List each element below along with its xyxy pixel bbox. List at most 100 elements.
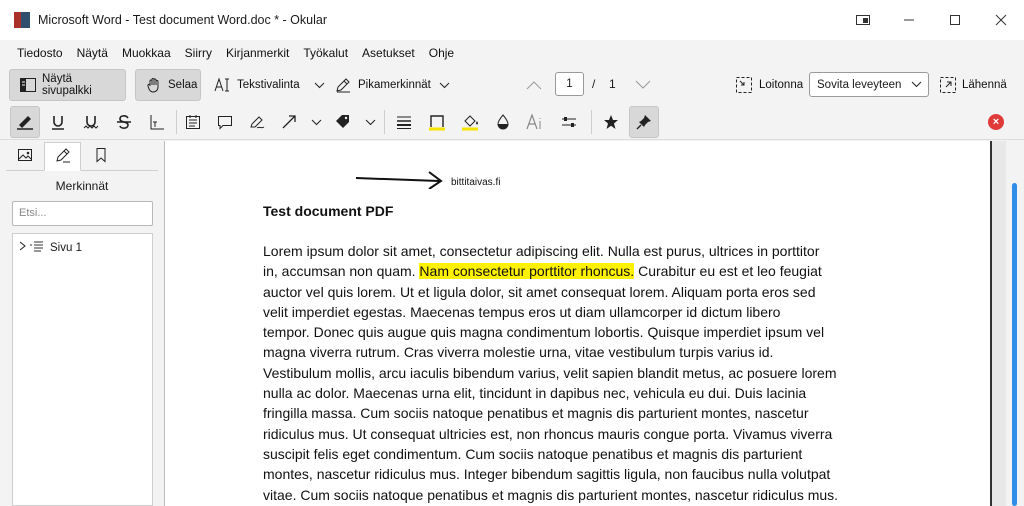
chevron-down-icon[interactable] — [308, 106, 324, 138]
bookmark-icon — [94, 147, 108, 166]
line-text: velit imperdiet egestas. Maecenas tempus… — [263, 303, 781, 320]
inline-note-tool-icon[interactable] — [178, 106, 208, 138]
line-width-icon[interactable] — [389, 106, 419, 138]
chevron-right-icon[interactable] — [19, 241, 27, 254]
document-line: auctor vel quis lorem. Ut et ligula dolo… — [263, 282, 903, 302]
annotation-toolbar: × — [0, 104, 1024, 140]
line-text: suscipit felis eget condimentum. Cum soc… — [263, 445, 803, 462]
line-text: in, accumsan non quam. — [263, 263, 420, 280]
strikeout-tool-icon[interactable] — [109, 106, 139, 138]
document-line: Lorem ipsum dolor sit amet, consectetur … — [263, 241, 903, 261]
tab-annotations[interactable] — [44, 142, 81, 171]
tree-item-page[interactable]: Sivu 1 — [19, 240, 82, 255]
annotation-tree: Sivu 1 — [12, 233, 153, 506]
sidebar-icon — [20, 78, 36, 92]
tab-thumbnails[interactable] — [6, 142, 43, 171]
fill-color-tool-icon[interactable] — [455, 106, 485, 138]
menu-bookmarks[interactable]: Kirjanmerkit — [219, 42, 296, 64]
opacity-tool-icon[interactable] — [488, 106, 518, 138]
highlighter-tool-icon[interactable] — [10, 106, 40, 138]
line-text: ridiculus mus. Ut consequat ultricies es… — [263, 425, 833, 442]
hand-icon — [146, 77, 162, 93]
font-tool-icon[interactable] — [520, 106, 550, 138]
tab-bookmarks[interactable] — [82, 142, 119, 171]
browse-tool-label: Selaa — [168, 79, 198, 91]
sidebar: Merkinnät Etsi... Sivu 1 — [6, 141, 158, 506]
arrow-annotation[interactable] — [355, 169, 445, 189]
settings-sliders-icon[interactable] — [554, 106, 584, 138]
menu-tools[interactable]: Työkalut — [296, 42, 355, 64]
image-icon — [17, 147, 33, 166]
line-text: fringilla massa. Cum sociis natoque pena… — [263, 405, 809, 422]
zoom-out-icon — [736, 77, 752, 93]
document-line: in, accumsan non quam. Nam consectetur p… — [263, 261, 903, 281]
menu-settings[interactable]: Asetukset — [355, 42, 422, 64]
page-number-input[interactable]: 1 — [555, 72, 584, 96]
quick-annotations-label: Pikamerkinnät — [358, 79, 431, 91]
line-text: nulla ac dolor. Maecenas urna elit, tinc… — [263, 385, 807, 402]
minimize-button[interactable] — [886, 0, 932, 40]
document-title: Test document PDF — [263, 203, 394, 219]
menu-help[interactable]: Ohje — [422, 42, 461, 64]
line-text: magna viverra rutrum. Cras viverra moles… — [263, 344, 774, 361]
show-sidebar-button[interactable]: Näytä sivupalkki — [9, 69, 126, 101]
menu-view[interactable]: Näytä — [70, 42, 115, 64]
document-line: magna viverra rutrum. Cras viverra moles… — [263, 342, 903, 362]
title-bar: Microsoft Word - Test document Word.doc … — [0, 0, 1024, 40]
color-tool-icon[interactable] — [422, 106, 452, 138]
typewriter-tool-icon[interactable] — [142, 106, 172, 138]
quick-annotations-button[interactable]: Pikamerkinnät — [333, 69, 450, 101]
sidebar-title: Merkinnät — [55, 179, 109, 193]
menu-file[interactable]: Tiedosto — [10, 42, 70, 64]
next-page-button[interactable] — [635, 69, 655, 101]
zoom-in-button[interactable]: Lähennä — [940, 69, 1007, 101]
previous-page-button[interactable] — [526, 69, 546, 101]
highlight-annotation[interactable]: Nam consectetur porttitor rhoncus. — [419, 263, 635, 280]
chevron-up-icon — [526, 80, 542, 90]
freehand-line-tool-icon[interactable] — [242, 106, 272, 138]
page-lines-icon — [30, 240, 44, 255]
chevron-down-icon[interactable] — [439, 82, 450, 89]
zoom-mode-value: Sovita leveyteen — [817, 78, 902, 91]
menu-edit[interactable]: Muokkaa — [115, 42, 178, 64]
underline-tool-icon[interactable] — [43, 106, 73, 138]
chevron-down-icon[interactable] — [314, 82, 325, 89]
browse-tool-button[interactable]: Selaa — [135, 69, 201, 101]
sidebar-tabs — [6, 141, 158, 171]
document-line: montes, nascetur ridiculus mus. Integer … — [263, 464, 903, 484]
zoom-in-label: Lähennä — [962, 79, 1007, 91]
window-title: Microsoft Word - Test document Word.doc … — [38, 13, 327, 27]
zoom-mode-select[interactable]: Sovita leveyteen — [809, 72, 929, 97]
pen-icon — [335, 77, 352, 93]
favourite-star-icon[interactable] — [596, 106, 626, 138]
menu-go[interactable]: Siirry — [178, 42, 219, 64]
text-selection-label: Tekstivalinta — [237, 79, 300, 91]
close-window-button[interactable] — [978, 0, 1024, 40]
pen-icon — [55, 147, 71, 166]
vertical-scrollbar[interactable] — [1006, 141, 1024, 506]
maximize-button[interactable] — [932, 0, 978, 40]
typewriter-annotation-text[interactable]: bittitaivas.fi — [451, 177, 500, 188]
snap-layout-icon[interactable] — [840, 0, 886, 40]
menu-bar: Tiedosto Näytä Muokkaa Siirry Kirjanmerk… — [0, 40, 1024, 66]
line-text: vitae. Cum sociis natoque penatibus et m… — [263, 486, 839, 503]
document-page: bittitaivas.fi Test document PDF Lorem i… — [165, 141, 992, 506]
squiggle-tool-icon[interactable] — [76, 106, 106, 138]
text-selection-button[interactable]: Tekstivalinta — [212, 69, 324, 101]
stamp-tool-icon[interactable] — [328, 106, 358, 138]
arrow-tool-icon[interactable] — [274, 106, 304, 138]
annotation-search-input[interactable]: Etsi... — [12, 201, 153, 226]
chevron-down-icon[interactable] — [362, 106, 378, 138]
pin-icon[interactable] — [629, 106, 659, 138]
zoom-out-button[interactable]: Loitonna — [736, 69, 803, 101]
document-line: ridiculus mus. Ut consequat ultricies es… — [263, 424, 903, 444]
document-body: Lorem ipsum dolor sit amet, consectetur … — [263, 241, 903, 505]
line-text: tempor. Donec quis augue quis magna cond… — [263, 324, 825, 341]
document-line: nulla ac dolor. Maecenas urna elit, tinc… — [263, 383, 903, 403]
okular-window: Microsoft Word - Test document Word.doc … — [0, 0, 1024, 506]
popup-note-tool-icon[interactable] — [210, 106, 240, 138]
scrollbar-thumb[interactable] — [1012, 183, 1017, 506]
line-text: montes, nascetur ridiculus mus. Integer … — [263, 466, 831, 483]
close-annotation-toolbar-icon[interactable]: × — [988, 114, 1004, 130]
document-view[interactable]: bittitaivas.fi Test document PDF Lorem i… — [164, 141, 1024, 506]
